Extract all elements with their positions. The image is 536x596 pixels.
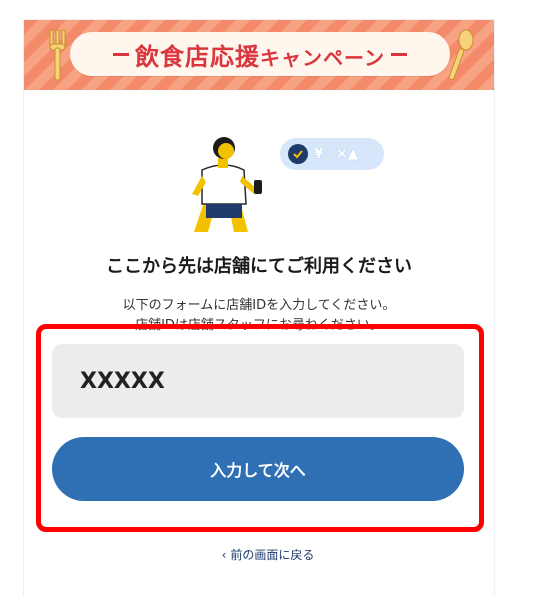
submit-next-button[interactable]: 入力して次へ [52, 437, 464, 501]
banner-title-part1: 飲食店応援 [135, 42, 260, 71]
decor-dash [391, 52, 407, 56]
back-link-label: 前の画面に戻る [230, 548, 315, 562]
store-id-input[interactable] [52, 344, 464, 418]
person-with-phone-illustration: ¥○×▲ [184, 132, 384, 242]
check-icon [288, 144, 308, 164]
banner-title: 飲食店応援キャンペーン [135, 37, 385, 72]
bubble-text: ¥○×▲ [314, 146, 359, 162]
campaign-banner: 飲食店応援キャンペーン [24, 20, 494, 90]
speech-bubble: ¥○×▲ [280, 138, 384, 170]
back-link[interactable]: ‹ 前の画面に戻る [0, 546, 536, 563]
instruction-line-1: 以下のフォームに店舗IDを入力してください。 [122, 298, 396, 313]
person-icon [192, 137, 262, 232]
banner-title-part2: キャンペーン [260, 45, 385, 70]
decor-dash [113, 52, 129, 56]
chevron-left-icon: ‹ [221, 548, 227, 562]
instruction-line-2: 店舗IDは店舗スタッフにお尋ねください。 [135, 318, 383, 333]
banner-title-plate: 飲食店応援キャンペーン [70, 32, 450, 76]
instruction-text: 以下のフォームに店舗IDを入力してください。 店舗IDは店舗スタッフにお尋ねくだ… [24, 296, 494, 336]
page-heading: ここから先は店舗にてご利用ください [106, 256, 412, 277]
phone-screen: 飲食店応援キャンペーン ¥○×▲ ここから先は店舗にてご利用ください 以下のフォ… [24, 20, 494, 596]
